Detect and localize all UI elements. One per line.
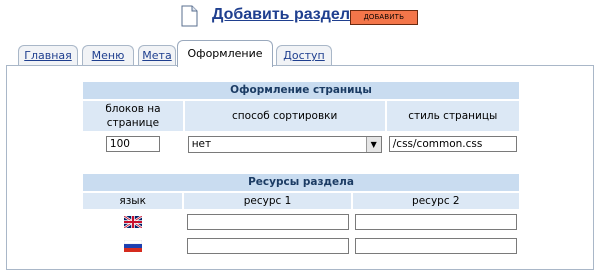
page-style-title: Оформление страницы [83,82,519,99]
blocks-per-page-input[interactable]: 100 [105,136,160,152]
column-header-blocks: блоков на странице [83,101,183,131]
russia-flag-icon [123,240,142,252]
column-header-language: язык [83,193,183,209]
column-header-sort: способ сортировки [184,101,385,131]
tab-menu[interactable]: Меню [82,45,134,66]
document-icon [181,5,198,27]
page-style-input[interactable]: /css/common.css [388,136,517,152]
column-header-resource1: ресурс 1 [184,193,351,209]
tab-main[interactable]: Главная [18,45,78,66]
table-row [83,235,519,257]
uk-flag-icon [123,216,142,228]
tab-access[interactable]: Доступ [276,45,332,66]
tab-panel: Оформление страницы блоков на странице с… [6,65,594,270]
resource1-input[interactable] [186,214,349,230]
sort-method-value: нет [191,137,212,150]
sort-method-select[interactable]: нет ▼ [187,135,382,153]
resource1-input[interactable] [186,238,349,254]
dropdown-arrow-icon[interactable]: ▼ [365,136,381,152]
resource2-input[interactable] [354,214,517,230]
column-header-style: стиль страницы [386,101,519,131]
page-title[interactable]: Добавить раздел [212,6,350,24]
resources-title: Ресурсы раздела [83,174,519,191]
resources-table: Ресурсы раздела язык ресурс 1 ресурс 2 [81,172,521,259]
table-row [83,211,519,233]
page-header: Добавить раздел ДОБАВИТЬ [0,4,600,30]
resource2-input[interactable] [354,238,517,254]
tab-meta[interactable]: Мета [138,45,176,66]
column-header-resource2: ресурс 2 [352,193,519,209]
tab-design[interactable]: Оформление [177,40,273,67]
add-button[interactable]: ДОБАВИТЬ [350,10,418,25]
page-style-table: Оформление страницы блоков на странице с… [81,80,521,157]
